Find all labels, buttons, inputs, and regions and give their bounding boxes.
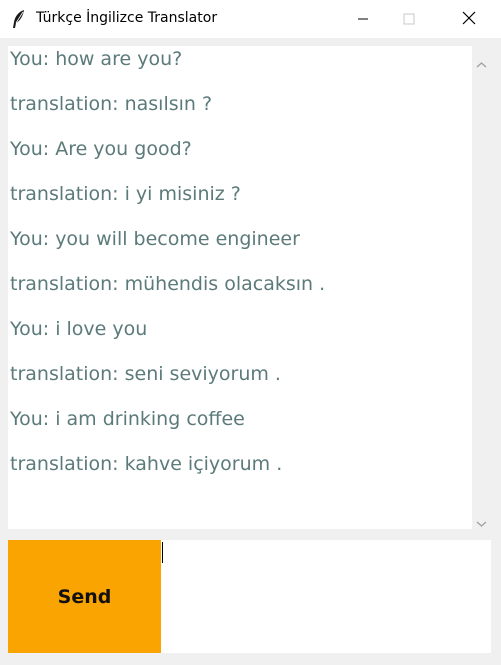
chat-line-user: You: i am drinking coffee: [10, 408, 245, 430]
chat-line-translation: translation: kahve içiyorum .: [10, 453, 283, 475]
minimize-icon: [357, 10, 369, 29]
maximize-icon: [403, 10, 415, 29]
text-caret: [162, 542, 163, 563]
chat-line-translation: translation: mühendis olacaksın .: [10, 273, 326, 295]
chat-line-translation: translation: seni seviyorum .: [10, 363, 281, 385]
close-button[interactable]: [446, 0, 492, 38]
window-title: Türkçe İngilizce Translator: [36, 10, 218, 26]
chat-log[interactable]: You: how are you? translation: nasılsın …: [8, 46, 472, 529]
chat-line-translation: translation: nasılsın ?: [10, 93, 213, 115]
minimize-button[interactable]: [340, 0, 386, 38]
chat-line-user: You: how are you?: [10, 48, 183, 70]
chat-line-user: You: i love you: [10, 318, 148, 340]
chat-line-user: You: you will become engineer: [10, 228, 300, 250]
app-window: Türkçe İngilizce Translator You: how are…: [0, 0, 501, 665]
chat-line-translation: translation: i yi misiniz ?: [10, 183, 241, 205]
message-input[interactable]: [161, 540, 491, 653]
title-bar[interactable]: Türkçe İngilizce Translator: [0, 0, 501, 38]
send-button[interactable]: Send: [8, 540, 161, 653]
chat-scrollbar[interactable]: [472, 46, 491, 529]
scroll-up-icon[interactable]: [476, 54, 487, 68]
feather-icon: [12, 9, 26, 29]
chat-line-user: You: Are you good?: [10, 138, 192, 160]
close-icon: [462, 10, 476, 29]
scroll-down-icon[interactable]: [476, 513, 487, 527]
maximize-button[interactable]: [386, 0, 432, 38]
